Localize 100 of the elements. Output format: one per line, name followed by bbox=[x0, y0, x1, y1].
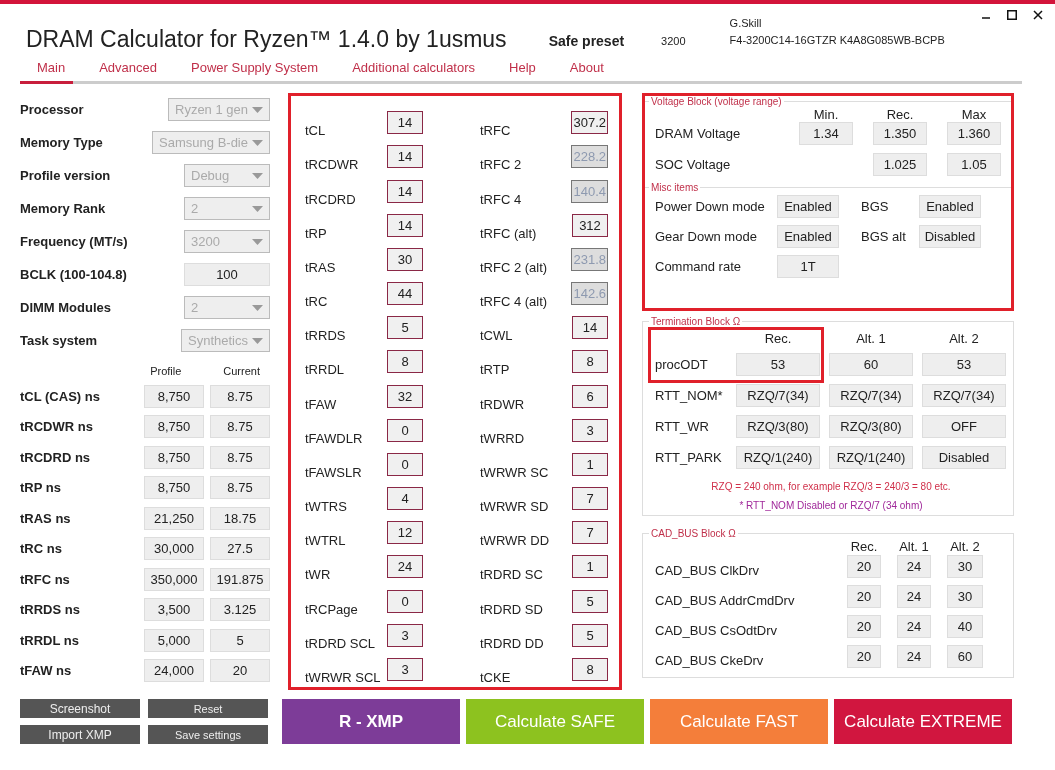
timing-field[interactable]: 24 bbox=[387, 555, 423, 579]
timing-field[interactable]: 30 bbox=[387, 247, 423, 271]
value-field: 8.75 bbox=[210, 445, 270, 469]
tab[interactable]: Power Supply System bbox=[183, 56, 327, 84]
utility-button[interactable]: Save settings bbox=[148, 725, 268, 744]
close-icon[interactable] bbox=[1033, 10, 1043, 20]
timing-field[interactable]: 0 bbox=[387, 589, 423, 613]
group-title: Voltage Block (voltage range) bbox=[650, 96, 783, 107]
termination-label: RTT_PARK bbox=[655, 450, 723, 465]
value-field: 8.75 bbox=[210, 476, 270, 500]
timing-field[interactable]: 3 bbox=[387, 623, 423, 647]
termination-label: procODT bbox=[655, 357, 709, 372]
timing-field[interactable]: 1 bbox=[572, 452, 608, 476]
tab[interactable]: About bbox=[561, 56, 612, 84]
timing-field[interactable]: 7 bbox=[572, 487, 608, 511]
value-field: 40 bbox=[947, 615, 983, 638]
tab[interactable]: Main bbox=[20, 56, 74, 84]
voltage-label: SOC Voltage bbox=[655, 157, 732, 172]
timing-label: tWRWR DD bbox=[480, 533, 550, 551]
column-header: Max bbox=[960, 107, 988, 122]
timing-field[interactable]: 3 bbox=[387, 657, 423, 681]
timing-field[interactable]: 0 bbox=[387, 452, 423, 476]
column-header: Rec. bbox=[849, 539, 879, 554]
setting-label: BGS bbox=[860, 199, 890, 214]
timing-field[interactable]: 3 bbox=[572, 418, 608, 442]
timing-field[interactable]: 14 bbox=[387, 213, 423, 237]
value-field: Disabled bbox=[919, 225, 981, 248]
timing-field[interactable]: 14 bbox=[387, 179, 423, 203]
timing-field[interactable]: 12 bbox=[387, 521, 423, 545]
value-field: 27.5 bbox=[210, 537, 270, 561]
column-header: Rec. bbox=[885, 107, 915, 122]
value-field: 24 bbox=[897, 645, 931, 668]
value-field: RZQ/3(80) bbox=[829, 415, 913, 438]
value-field: 60 bbox=[947, 645, 983, 668]
timing-field[interactable]: 5 bbox=[572, 589, 608, 613]
value-field: Enabled bbox=[777, 225, 839, 248]
action-button[interactable]: R - XMP bbox=[282, 699, 460, 744]
timing-field[interactable]: 312 bbox=[572, 213, 608, 237]
timing-ns-label: tRP ns bbox=[20, 480, 62, 496]
memory-part-number: F4-3200C14-16GTZR K4A8G085WB-BCPB bbox=[729, 34, 945, 46]
column-header: Alt. 1 bbox=[898, 539, 930, 554]
timing-field[interactable]: 14 bbox=[387, 111, 423, 135]
timing-field[interactable]: 307.2 bbox=[571, 111, 608, 135]
timing-label: tRFC 2 bbox=[480, 157, 522, 175]
setting-label: Command rate bbox=[655, 259, 742, 274]
timing-field[interactable]: 0 bbox=[387, 418, 423, 442]
maximize-icon[interactable] bbox=[1007, 10, 1017, 20]
column-header: Alt. 1 bbox=[855, 331, 887, 348]
timing-field[interactable]: 6 bbox=[572, 384, 608, 408]
utility-button[interactable]: Screenshot bbox=[20, 699, 140, 718]
timing-field[interactable]: 32 bbox=[387, 384, 423, 408]
value-field: 8,750 bbox=[144, 476, 204, 500]
value-field: RZQ/7(34) bbox=[922, 384, 1006, 407]
value-field: RZQ/1(240) bbox=[829, 446, 913, 469]
value-field: OFF bbox=[922, 415, 1006, 438]
timing-field[interactable]: 8 bbox=[387, 350, 423, 374]
timing-field[interactable]: 14 bbox=[387, 145, 423, 169]
timing-label: tRDWR bbox=[480, 396, 525, 414]
value-field: Disabled bbox=[922, 446, 1006, 469]
value-field: 20 bbox=[847, 555, 881, 578]
value-field: RZQ/1(240) bbox=[736, 446, 820, 469]
caret-icon bbox=[252, 238, 263, 245]
timing-label: tCL bbox=[305, 123, 326, 141]
timing-field[interactable]: 5 bbox=[572, 623, 608, 647]
timing-label: tRTP bbox=[480, 362, 510, 380]
utility-button[interactable]: Import XMP bbox=[20, 725, 140, 744]
timing-field[interactable]: 1 bbox=[572, 555, 608, 579]
timing-label: tWTRL bbox=[305, 533, 346, 551]
timing-ns-label: tRAS ns bbox=[20, 510, 72, 526]
timing-field[interactable]: 14 bbox=[572, 316, 608, 340]
timing-label: tWRWR SCL bbox=[305, 669, 381, 687]
column-header: Profile bbox=[150, 365, 182, 377]
value-field[interactable]: 100 bbox=[184, 263, 270, 286]
timing-field[interactable]: 7 bbox=[572, 521, 608, 545]
timing-field[interactable]: 44 bbox=[387, 282, 423, 306]
value-field: 20 bbox=[847, 615, 881, 638]
caret-icon bbox=[252, 337, 263, 344]
memory-vendor: G.Skill bbox=[729, 17, 763, 29]
timing-field[interactable]: 8 bbox=[572, 657, 608, 681]
value-field: Enabled bbox=[777, 195, 839, 218]
setting-label: Processor bbox=[20, 102, 84, 117]
timing-ns-label: tCL (CAS) ns bbox=[20, 388, 101, 404]
action-button[interactable]: Calculate EXTREME bbox=[834, 699, 1012, 744]
preset-label: Safe preset bbox=[548, 33, 625, 49]
utility-button[interactable]: Reset bbox=[148, 699, 268, 718]
tab[interactable]: Advanced bbox=[91, 56, 165, 84]
timing-label: tRAS bbox=[305, 259, 336, 277]
tab[interactable]: Additional calculators bbox=[344, 56, 484, 84]
timing-label: tRC bbox=[305, 294, 328, 312]
value-field: 350,000 bbox=[144, 567, 204, 591]
column-header: Rec. bbox=[763, 331, 793, 348]
timing-field[interactable]: 5 bbox=[387, 316, 423, 340]
timing-field[interactable]: 8 bbox=[572, 350, 608, 374]
timing-label: tRRDL bbox=[305, 362, 344, 380]
value-field: 30 bbox=[947, 585, 983, 608]
timing-field[interactable]: 4 bbox=[387, 487, 423, 511]
timing-label: tRDRD SCL bbox=[305, 635, 376, 653]
tab[interactable]: Help bbox=[501, 56, 544, 84]
timing-label: tRFC bbox=[480, 123, 511, 141]
column-header: Alt. 2 bbox=[948, 331, 980, 348]
